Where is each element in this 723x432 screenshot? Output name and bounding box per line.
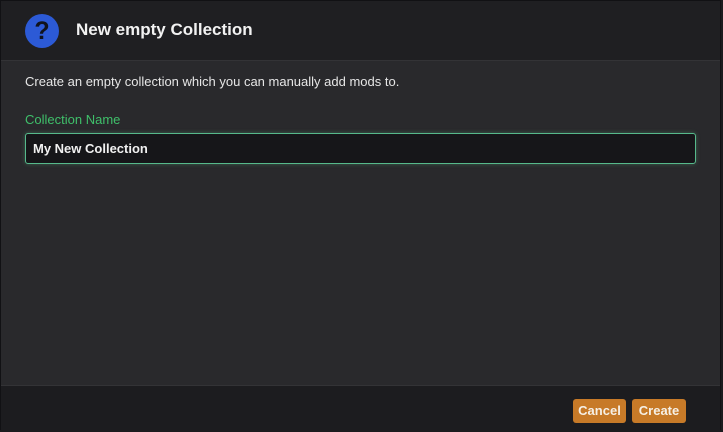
collection-name-label: Collection Name bbox=[25, 112, 121, 127]
dialog-header: ? New empty Collection bbox=[1, 1, 720, 61]
create-button[interactable]: Create bbox=[632, 399, 686, 423]
dialog-body: Create an empty collection which you can… bbox=[1, 61, 720, 385]
cancel-button[interactable]: Cancel bbox=[573, 399, 626, 423]
question-icon: ? bbox=[25, 14, 59, 48]
dialog-description: Create an empty collection which you can… bbox=[25, 74, 400, 89]
new-collection-dialog: ? New empty Collection Create an empty c… bbox=[0, 0, 721, 431]
collection-name-input[interactable]: My New Collection bbox=[25, 133, 696, 164]
dialog-footer: Cancel Create bbox=[1, 385, 720, 431]
dialog-title: New empty Collection bbox=[76, 20, 253, 39]
